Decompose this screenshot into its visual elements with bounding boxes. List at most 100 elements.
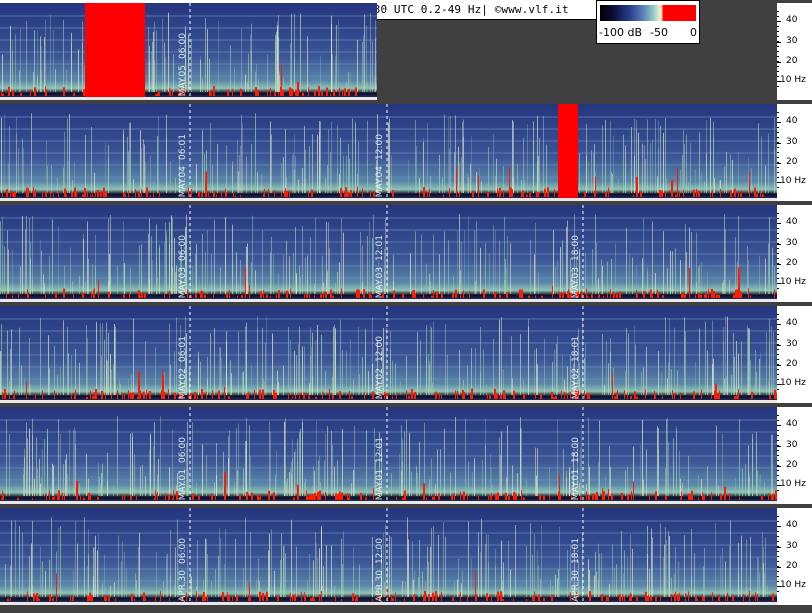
signal-streak bbox=[228, 435, 229, 496]
axis-minor-tick bbox=[777, 182, 779, 183]
signal-streak bbox=[294, 13, 295, 93]
signal-streak bbox=[134, 454, 135, 496]
signal-streak bbox=[120, 384, 121, 395]
signal-streak bbox=[139, 245, 140, 294]
signal-streak bbox=[669, 318, 670, 395]
signal-streak bbox=[337, 460, 338, 496]
time-label: 18:01 bbox=[571, 336, 581, 362]
signal-streak bbox=[677, 370, 678, 395]
intensity-burst bbox=[568, 289, 569, 298]
intensity-burst bbox=[695, 294, 696, 298]
signal-streak bbox=[353, 470, 354, 496]
intensity-burst bbox=[27, 294, 29, 298]
signal-streak bbox=[159, 244, 160, 294]
signal-streak bbox=[628, 333, 629, 395]
signal-streak bbox=[225, 528, 226, 597]
signal-streak bbox=[635, 344, 636, 395]
signal-streak bbox=[533, 167, 534, 193]
signal-streak bbox=[428, 561, 429, 597]
signal-streak bbox=[10, 26, 11, 93]
signal-streak bbox=[74, 427, 75, 496]
signal-streak bbox=[476, 172, 477, 193]
signal-streak bbox=[211, 254, 212, 294]
signal-streak bbox=[680, 260, 681, 294]
signal-streak bbox=[104, 555, 105, 597]
intensity-burst bbox=[280, 86, 281, 96]
signal-streak bbox=[724, 227, 725, 294]
signal-streak bbox=[354, 425, 355, 496]
signal-streak bbox=[309, 553, 310, 597]
intensity-burst bbox=[347, 191, 349, 197]
signal-streak bbox=[37, 468, 38, 496]
signal-streak bbox=[764, 572, 765, 597]
intensity-burst bbox=[521, 490, 522, 500]
signal-streak bbox=[534, 349, 535, 395]
signal-streak bbox=[223, 451, 224, 496]
intensity-burst bbox=[55, 292, 57, 298]
intensity-burst bbox=[689, 496, 691, 500]
intensity-burst bbox=[292, 595, 293, 601]
intensity-burst bbox=[680, 496, 682, 500]
intensity-burst bbox=[649, 493, 650, 500]
intensity-burst bbox=[131, 593, 133, 601]
signal-streak bbox=[9, 126, 10, 193]
signal-streak bbox=[290, 43, 291, 92]
signal-streak bbox=[526, 481, 527, 496]
intensity-burst bbox=[645, 591, 647, 601]
intensity-burst bbox=[727, 592, 728, 601]
signal-streak bbox=[169, 467, 170, 496]
intensity-burst bbox=[213, 86, 215, 96]
signal-streak bbox=[468, 216, 469, 294]
signal-streak bbox=[621, 531, 622, 597]
signal-streak bbox=[437, 449, 438, 496]
intensity-burst bbox=[58, 190, 59, 197]
intensity-burst bbox=[162, 370, 163, 399]
intensity-burst bbox=[682, 292, 684, 298]
intensity-burst bbox=[495, 494, 497, 500]
signal-streak bbox=[369, 222, 370, 294]
signal-streak bbox=[295, 226, 296, 294]
signal-streak bbox=[523, 137, 524, 193]
signal-streak bbox=[505, 259, 506, 294]
intensity-burst bbox=[696, 188, 697, 197]
signal-streak bbox=[495, 548, 496, 597]
signal-streak bbox=[307, 272, 308, 294]
signal-streak bbox=[290, 339, 291, 395]
signal-streak bbox=[96, 321, 97, 395]
intensity-burst bbox=[226, 293, 228, 298]
color-scale-legend: -100 dB -50 0 bbox=[596, 0, 700, 44]
signal-streak bbox=[389, 118, 390, 193]
intensity-burst bbox=[310, 598, 312, 601]
signal-streak bbox=[537, 550, 538, 597]
signal-streak bbox=[663, 231, 664, 294]
signal-streak bbox=[71, 32, 72, 92]
signal-streak bbox=[500, 455, 501, 496]
signal-streak bbox=[629, 254, 630, 294]
signal-streak bbox=[21, 365, 22, 395]
signal-streak bbox=[191, 38, 192, 92]
intensity-burst bbox=[553, 396, 555, 399]
axis-minor-tick bbox=[777, 384, 779, 385]
intensity-burst bbox=[551, 391, 553, 399]
intensity-burst bbox=[12, 90, 14, 96]
signal-streak bbox=[388, 122, 389, 193]
signal-streak bbox=[475, 347, 476, 395]
signal-streak bbox=[438, 535, 439, 597]
signal-streak bbox=[520, 334, 521, 395]
intensity-burst bbox=[718, 394, 720, 399]
axis-tick-label: 10 Hz bbox=[780, 378, 806, 388]
intensity-burst bbox=[591, 294, 593, 298]
intensity-burst bbox=[14, 390, 15, 399]
date-label: MAY.04 bbox=[178, 166, 188, 198]
signal-streak bbox=[156, 30, 157, 93]
signal-streak bbox=[566, 471, 567, 496]
signal-streak bbox=[339, 262, 340, 294]
signal-streak bbox=[445, 536, 446, 597]
signal-streak bbox=[123, 133, 124, 193]
spectrogram-display: I1-Cumiana |ELECTRIC FIELD/daily strips|… bbox=[0, 0, 812, 613]
intensity-burst bbox=[372, 391, 374, 399]
axis-tick-mark bbox=[777, 264, 781, 265]
signal-streak bbox=[262, 230, 263, 294]
signal-streak bbox=[334, 585, 335, 597]
signal-streak bbox=[432, 382, 433, 395]
